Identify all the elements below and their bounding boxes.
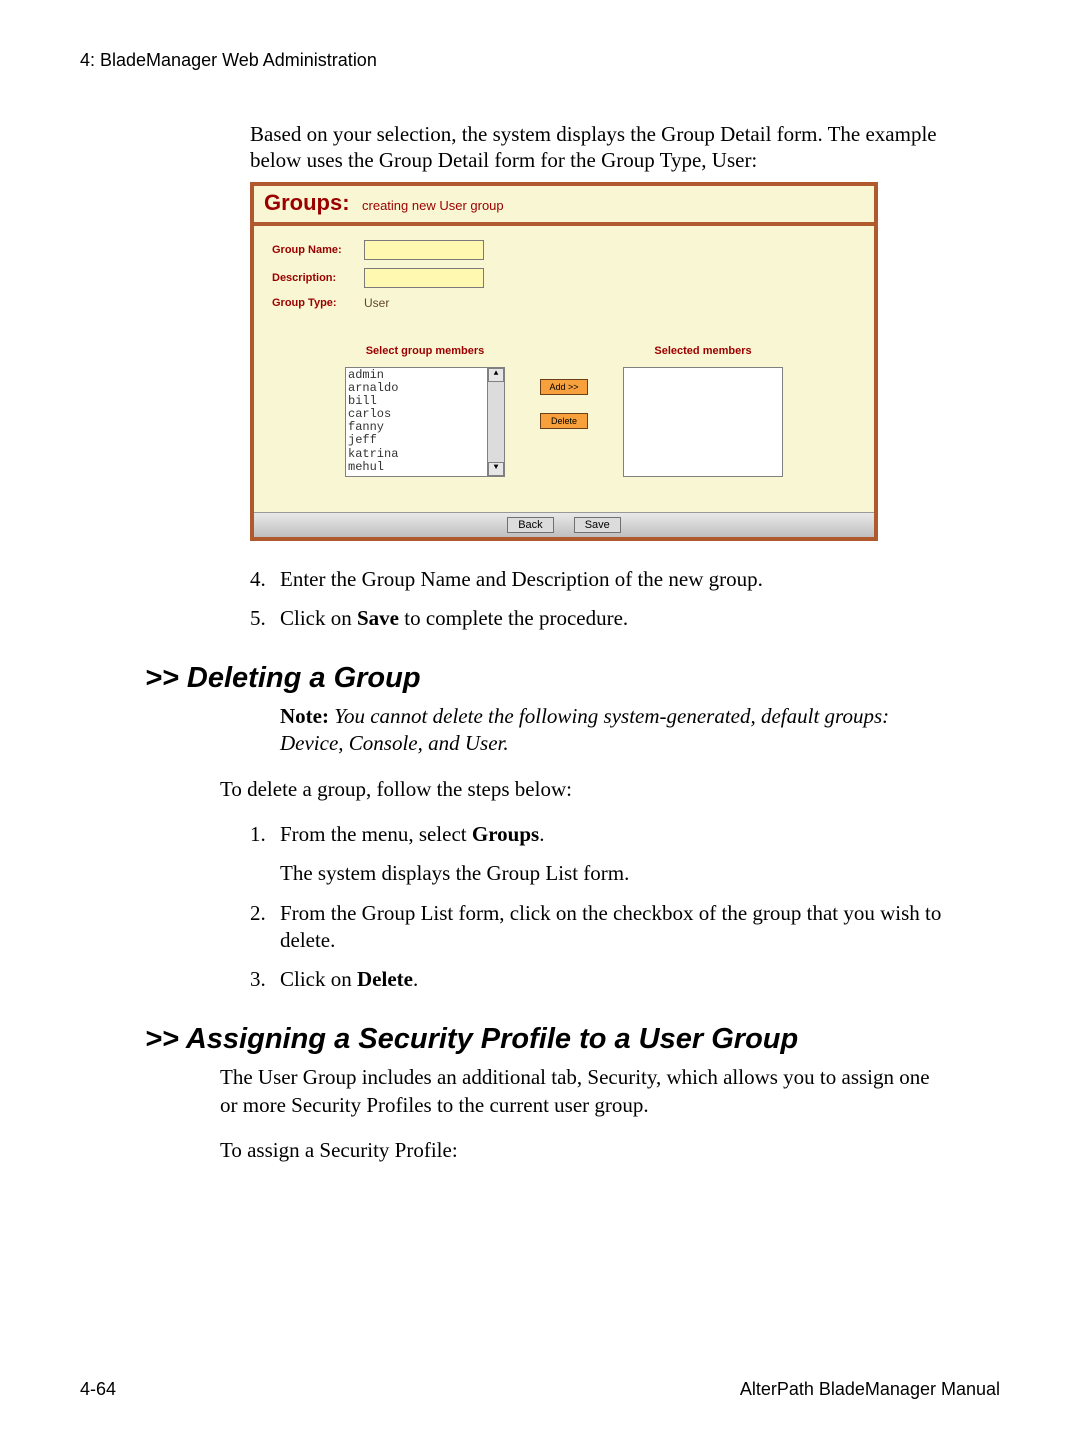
chapter-header: 4: BladeManager Web Administration (80, 50, 1000, 71)
scroll-down-icon[interactable]: ▼ (488, 462, 504, 476)
list-item[interactable]: jeff (348, 434, 502, 447)
save-button[interactable]: Save (574, 517, 621, 533)
list-item: 5. Click on Save to complete the procedu… (250, 605, 950, 632)
step-text: Click on Save to complete the procedure. (280, 605, 950, 632)
select-members-listbox[interactable]: admin arnaldo bill carlos fanny jeff kat… (345, 367, 505, 477)
page-footer: 4-64 AlterPath BladeManager Manual (80, 1379, 1000, 1400)
selected-members-title: Selected members (623, 345, 783, 357)
group-type-label: Group Type: (272, 297, 364, 309)
group-name-input[interactable] (364, 240, 484, 260)
manual-title: AlterPath BladeManager Manual (740, 1379, 1000, 1400)
text-after: . (539, 822, 544, 846)
step-text: Enter the Group Name and Description of … (280, 566, 950, 593)
list-item: 2. From the Group List form, click on th… (250, 900, 950, 955)
group-name-label: Group Name: (272, 244, 364, 256)
screenshot-footer: Back Save (254, 512, 874, 537)
list-item: 1. From the menu, select Groups. The sys… (250, 821, 950, 888)
delete-intro: To delete a group, follow the steps belo… (220, 776, 950, 803)
group-type-value: User (364, 296, 389, 310)
heading-assigning-profile: >> Assigning a Security Profile to a Use… (145, 1023, 1000, 1056)
selected-members-column: Selected members (623, 345, 783, 477)
list-item[interactable]: mehul (348, 461, 502, 474)
list-item: 4. Enter the Group Name and Description … (250, 566, 950, 593)
list-item[interactable]: katrina (348, 448, 502, 461)
text-after: to complete the procedure. (399, 606, 628, 630)
text-after: . (413, 967, 418, 991)
select-members-title: Select group members (345, 345, 505, 357)
scroll-up-icon[interactable]: ▲ (488, 368, 504, 382)
back-button[interactable]: Back (507, 517, 553, 533)
text-before: Click on (280, 606, 357, 630)
heading-deleting-group: >> Deleting a Group (145, 662, 1000, 695)
description-label: Description: (272, 272, 364, 284)
text-bold: Groups (472, 822, 539, 846)
step-number: 4. (250, 566, 280, 593)
groups-title: Groups: (264, 190, 350, 215)
delete-button[interactable]: Delete (540, 413, 588, 429)
text-bold: Delete (357, 967, 413, 991)
description-input[interactable] (364, 268, 484, 288)
intro-paragraph: Based on your selection, the system disp… (250, 121, 950, 174)
step-number: 3. (250, 966, 280, 993)
step-text: From the menu, select Groups. The system… (280, 821, 950, 888)
step-text: Click on Delete. (280, 966, 950, 993)
text-before: From the menu, select (280, 822, 472, 846)
step-number: 1. (250, 821, 280, 888)
note-label: Note: (280, 704, 329, 728)
group-detail-screenshot: Groups: creating new User group Group Na… (250, 182, 878, 541)
assign-paragraph-1: The User Group includes an additional ta… (220, 1064, 950, 1119)
page-number: 4-64 (80, 1379, 116, 1400)
steps-list-b: 1. From the menu, select Groups. The sys… (250, 821, 950, 993)
assign-paragraph-2: To assign a Security Profile: (220, 1137, 950, 1164)
list-item[interactable]: admin (348, 369, 502, 382)
note-text: You cannot delete the following system-g… (280, 704, 889, 755)
sub-text: The system displays the Group List form. (280, 860, 950, 887)
select-members-column: Select group members admin arnaldo bill … (345, 345, 505, 477)
list-item[interactable]: arnaldo (348, 382, 502, 395)
add-button[interactable]: Add >> (540, 379, 588, 395)
screenshot-titlebar: Groups: creating new User group (254, 186, 874, 222)
step-number: 5. (250, 605, 280, 632)
text-before: Click on (280, 967, 357, 991)
text-bold: Save (357, 606, 399, 630)
list-item: 3. Click on Delete. (250, 966, 950, 993)
step-number: 2. (250, 900, 280, 955)
scrollbar[interactable]: ▲ ▼ (487, 368, 504, 476)
groups-subtitle: creating new User group (362, 198, 504, 213)
transfer-buttons: Add >> Delete (540, 379, 588, 429)
step-text: From the Group List form, click on the c… (280, 900, 950, 955)
steps-list-a: 4. Enter the Group Name and Description … (250, 566, 950, 633)
selected-members-listbox[interactable] (623, 367, 783, 477)
note-block: Note: You cannot delete the following sy… (280, 703, 920, 758)
